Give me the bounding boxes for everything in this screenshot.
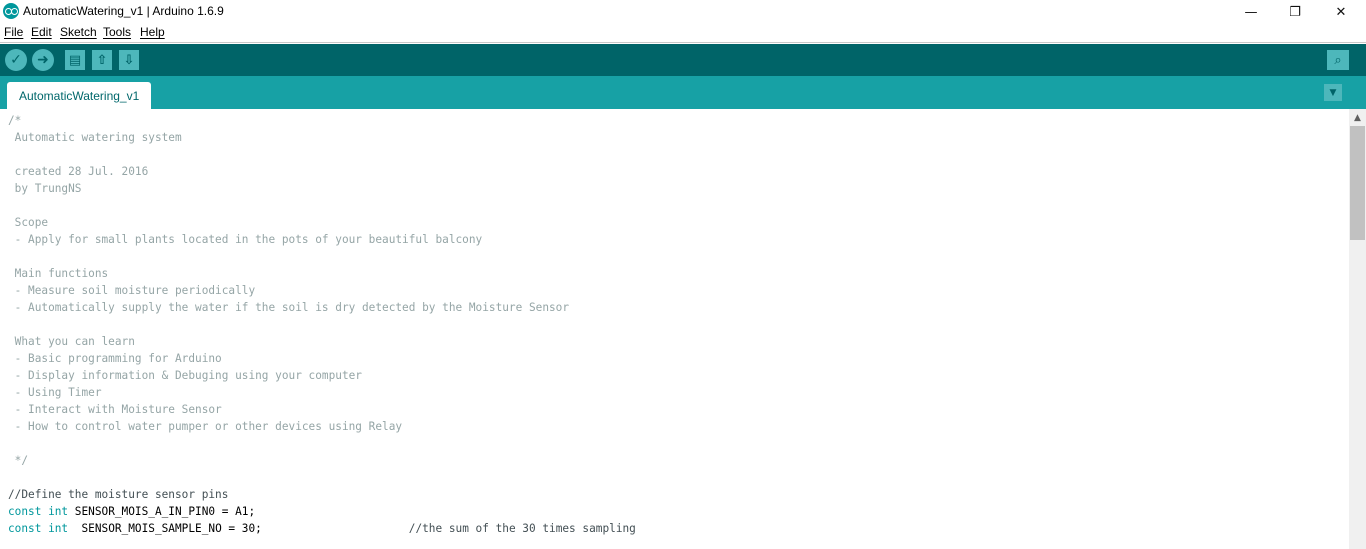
close-button[interactable]: ✕ — [1318, 0, 1364, 24]
code-text: SENSOR_MOIS_A_IN_PIN0 = A1; — [68, 505, 256, 518]
code-line: - Basic programming for Arduino — [8, 352, 222, 365]
code-keyword: const int — [8, 505, 69, 518]
code-line: by TrungNS — [8, 182, 82, 195]
code-line: const int SENSOR_MOIS_A_IN_PIN0 = A1; — [8, 503, 255, 520]
menu-edit[interactable]: Edit — [31, 25, 52, 39]
arrow-up-icon: ⇧ — [96, 52, 108, 68]
scroll-up-button[interactable]: ▲ — [1349, 109, 1366, 126]
arrow-right-icon: ➜ — [37, 52, 49, 68]
tab-menu-button[interactable]: ▼ — [1324, 84, 1342, 101]
tab-strip: AutomaticWatering_v1 ▼ — [0, 76, 1366, 109]
code-line: Automatic watering system — [8, 131, 182, 144]
code-line: created 28 Jul. 2016 — [8, 165, 149, 178]
arrow-down-icon: ⇩ — [123, 52, 135, 68]
code-line: //Define the moisture sensor pins — [8, 488, 229, 501]
code-line: - Display information & Debuging using y… — [8, 369, 362, 382]
new-file-icon: ▤ — [68, 52, 82, 68]
code-line: - Measure soil moisture periodically — [8, 284, 256, 297]
new-sketch-button[interactable]: ▤ — [65, 50, 85, 70]
check-icon: ✓ — [10, 52, 22, 68]
code-keyword: const int — [8, 522, 69, 535]
code-line: - Using Timer — [8, 386, 102, 399]
tab-automaticwatering-v1[interactable]: AutomaticWatering_v1 — [7, 82, 152, 109]
chevron-down-icon: ▼ — [1329, 87, 1337, 98]
menu-tools[interactable]: Tools — [103, 25, 131, 39]
code-line: */ — [8, 454, 29, 467]
code-line: const int SENSOR_MOIS_SAMPLE_NO = 30; //… — [8, 520, 636, 537]
maximize-button[interactable]: ❐ — [1272, 0, 1318, 24]
code-line: - Apply for small plants located in the … — [8, 233, 483, 246]
code-line: - How to control water pumper or other d… — [8, 420, 403, 433]
window-title: AutomaticWatering_v1 | Arduino 1.6.9 — [23, 4, 224, 18]
title-bar: AutomaticWatering_v1 | Arduino 1.6.9 — ❐… — [0, 0, 1366, 24]
menu-sketch[interactable]: Sketch — [60, 25, 97, 39]
minimize-button[interactable]: — — [1228, 0, 1274, 24]
verify-button[interactable]: ✓ — [5, 49, 27, 71]
save-sketch-button[interactable]: ⇩ — [119, 50, 139, 70]
toolbar: ✓ ➜ ▤ ⇧ ⇩ ⌕ — [0, 44, 1366, 76]
code-line: - Interact with Moisture Sensor — [8, 403, 222, 416]
menu-file[interactable]: File — [4, 25, 23, 39]
serial-monitor-button[interactable]: ⌕ — [1327, 50, 1349, 70]
code-line: - Automatically supply the water if the … — [8, 301, 570, 314]
code-line: Scope — [8, 216, 49, 229]
code-editor[interactable]: /* Automatic watering system created 28 … — [0, 109, 1349, 549]
code-comment: //the sum of the 30 times sampling — [408, 522, 636, 535]
magnifier-icon: ⌕ — [1334, 52, 1342, 68]
code-line: /* — [8, 114, 22, 127]
code-text: SENSOR_MOIS_SAMPLE_NO = 30; — [68, 522, 409, 535]
upload-button[interactable]: ➜ — [32, 49, 54, 71]
vertical-scrollbar[interactable]: ▲ — [1349, 109, 1366, 549]
open-sketch-button[interactable]: ⇧ — [92, 50, 112, 70]
code-line: What you can learn — [8, 335, 135, 348]
menu-bar: File Edit Sketch Tools Help — [0, 24, 1366, 43]
code-line: Main functions — [8, 267, 109, 280]
scroll-thumb[interactable] — [1350, 126, 1365, 240]
arduino-logo-icon — [3, 3, 19, 19]
chevron-up-icon: ▲ — [1354, 112, 1361, 123]
menu-help[interactable]: Help — [140, 25, 165, 39]
